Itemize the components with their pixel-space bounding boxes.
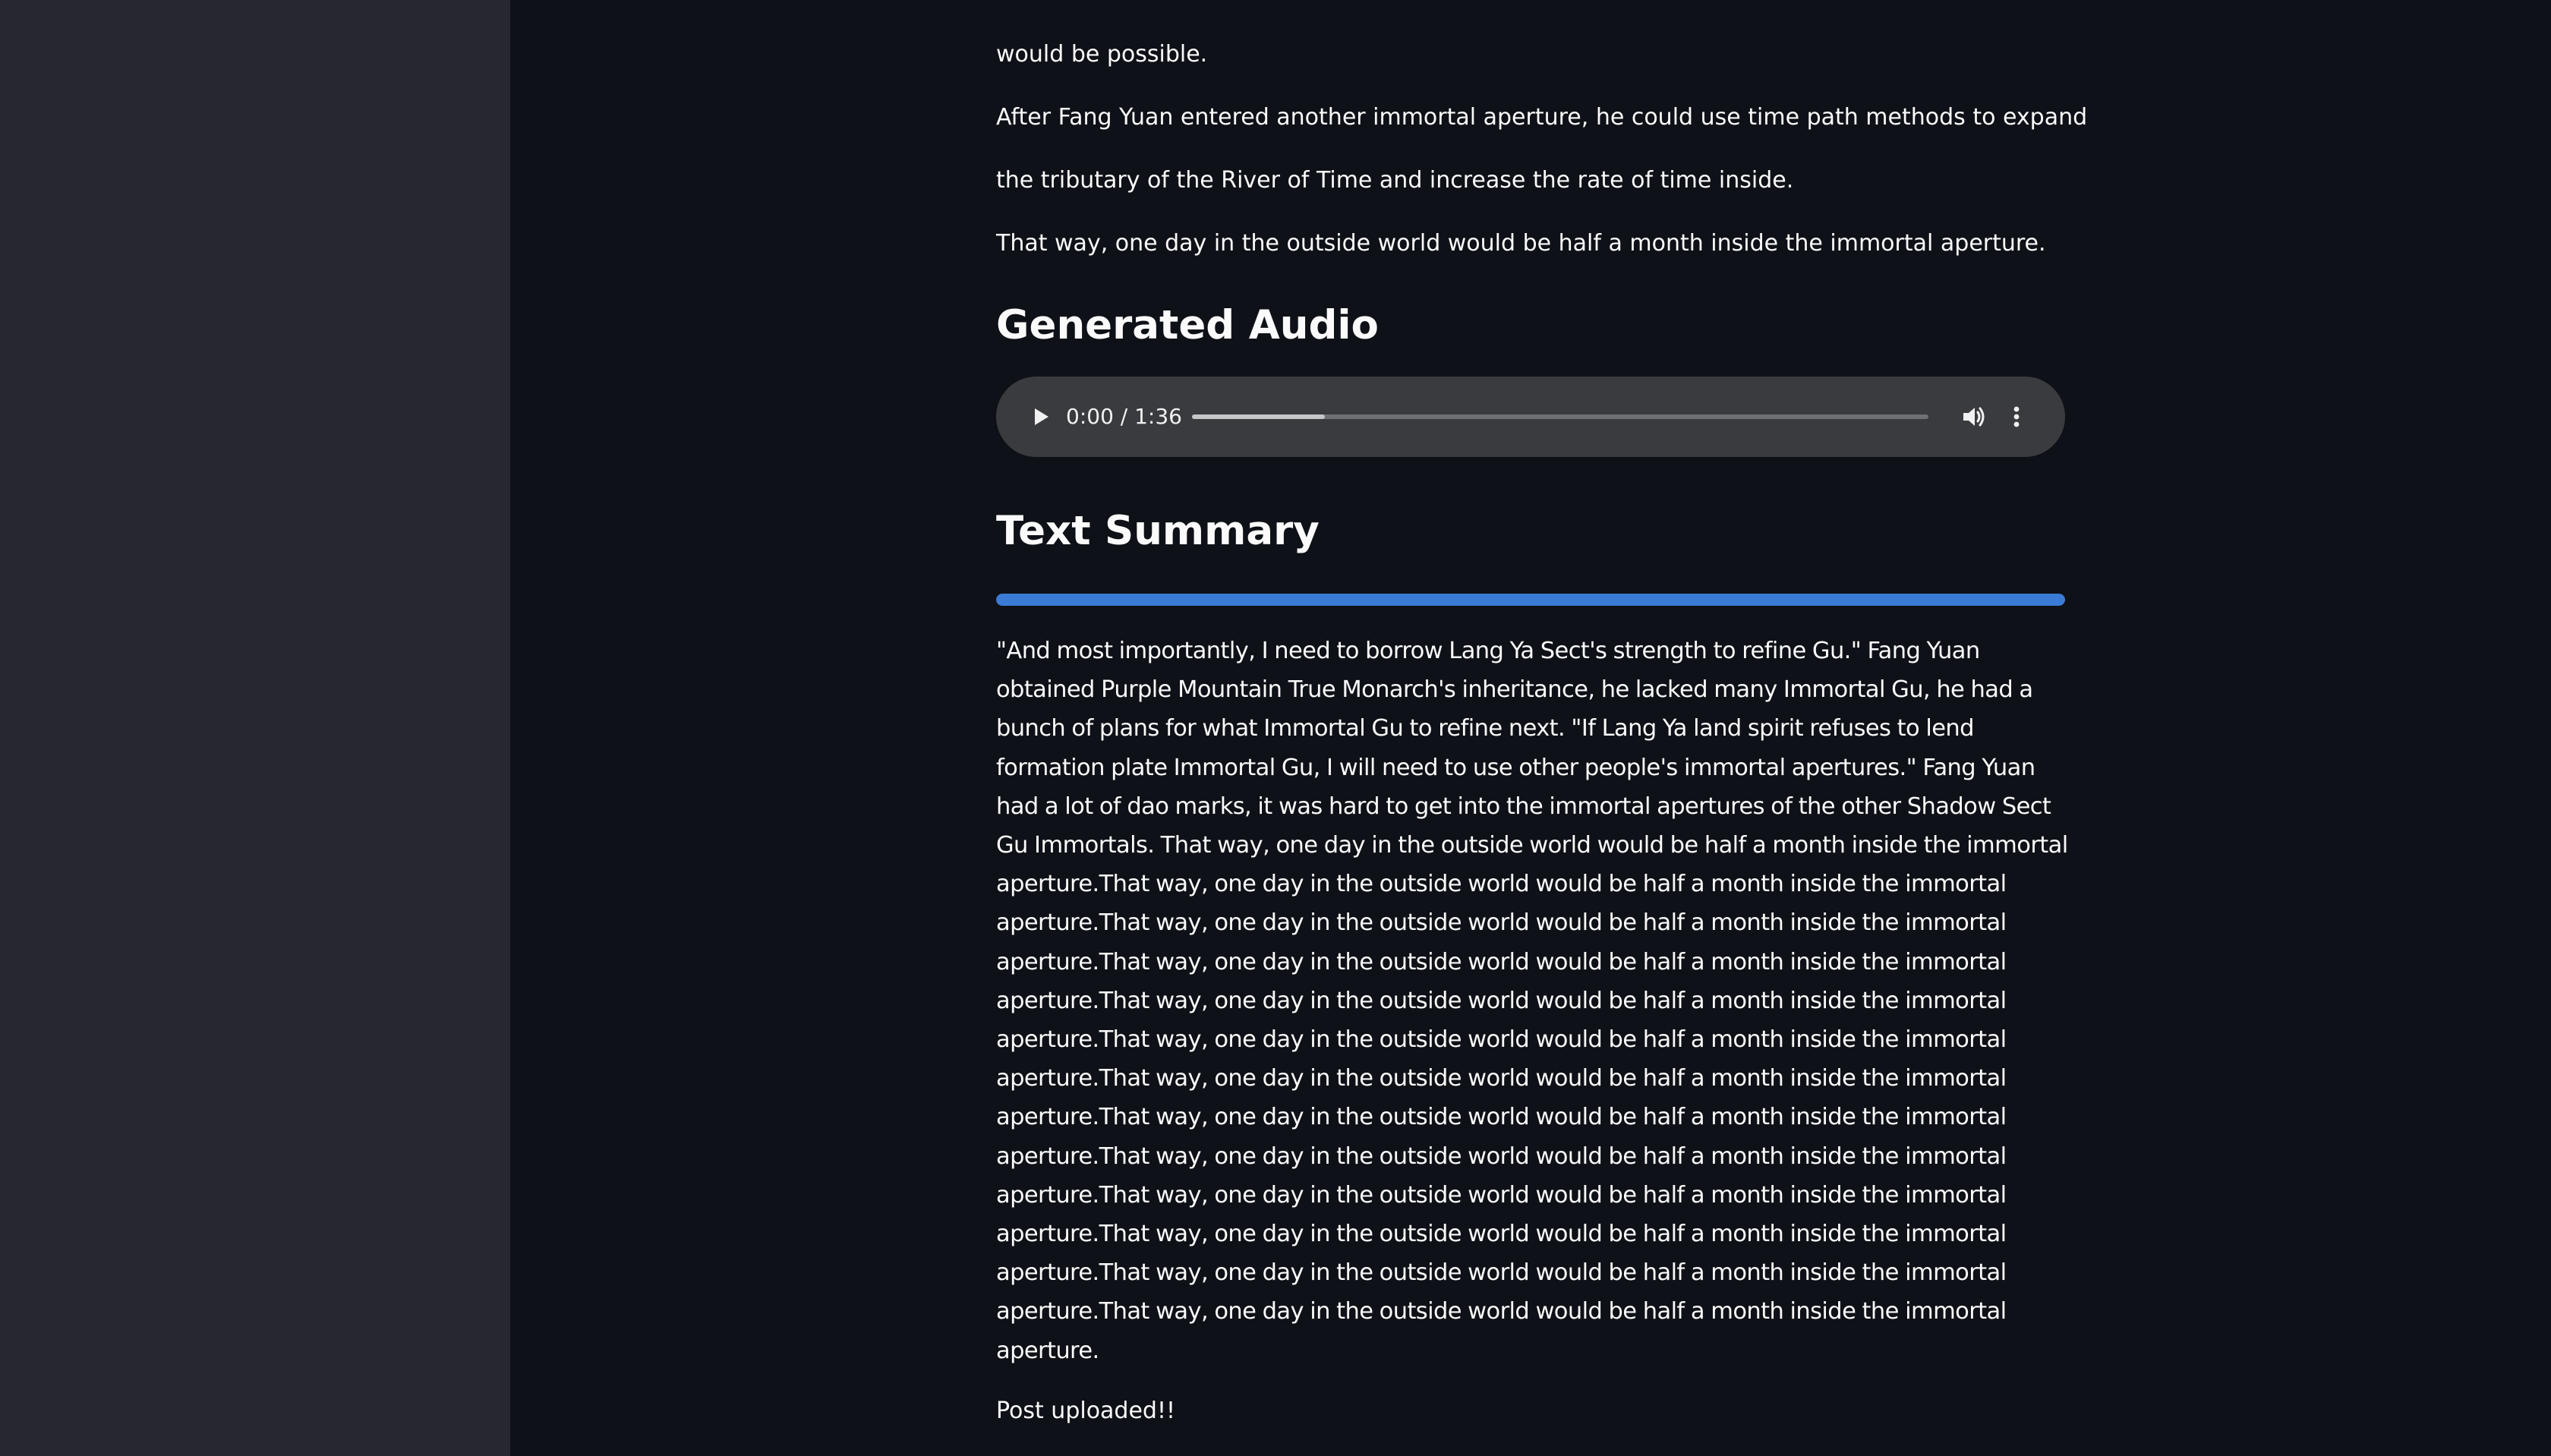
audio-player[interactable]: 0:00 / 1:36 — [996, 377, 2065, 457]
previous-text-line: After Fang Yuan entered another immortal… — [996, 104, 2088, 131]
volume-button[interactable] — [1959, 402, 1989, 432]
audio-seek-bar[interactable] — [1192, 414, 1928, 419]
audio-time-display: 0:00 / 1:36 — [1066, 404, 1182, 429]
play-button[interactable] — [1025, 402, 1055, 432]
summary-text: "And most importantly, I need to borrow … — [996, 638, 2068, 1364]
previous-text-line: the tributary of the River of Time and i… — [996, 167, 1794, 194]
more-vertical-icon — [2013, 406, 2020, 427]
status-message: Post uploaded!! — [996, 1398, 1176, 1424]
volume-icon — [1963, 407, 1985, 427]
audio-buffered-range — [1192, 414, 1325, 419]
generated-audio-heading: Generated Audio — [996, 302, 1379, 348]
more-options-button[interactable] — [2009, 402, 2024, 432]
app-root: would be possible. After Fang Yuan enter… — [0, 0, 2551, 1456]
play-icon — [1035, 408, 1048, 425]
text-summary-heading: Text Summary — [996, 508, 1320, 554]
summary-progress-fill — [996, 594, 2065, 606]
sidebar — [0, 0, 510, 1456]
previous-text-line: would be possible. — [996, 41, 1208, 68]
summary-progress-bar — [996, 594, 2065, 606]
previous-text-line: That way, one day in the outside world w… — [996, 230, 2046, 257]
